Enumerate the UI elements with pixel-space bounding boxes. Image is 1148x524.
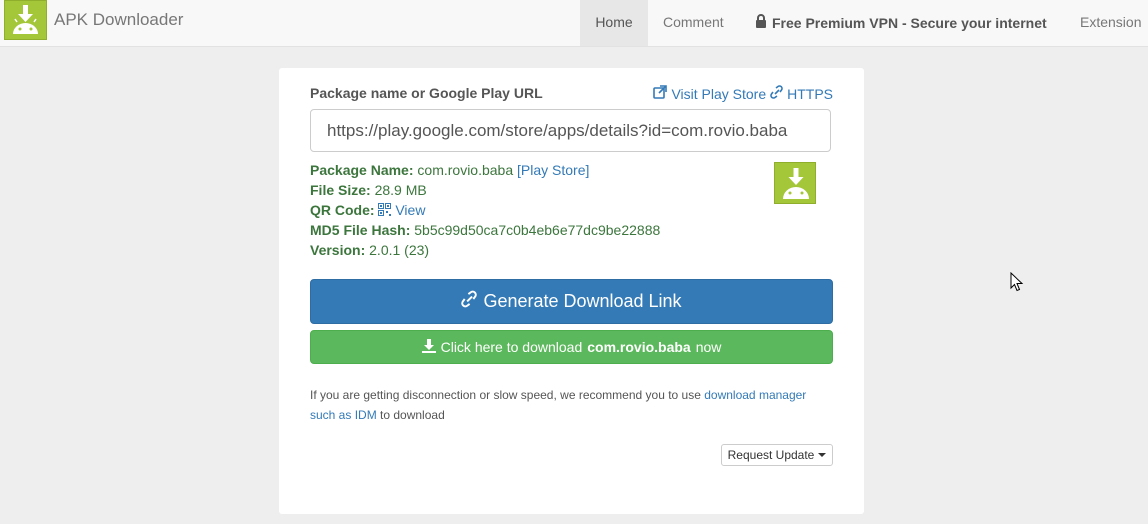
store-links: Visit Play Store HTTPS [653, 85, 833, 102]
note-text-after: to download [380, 408, 445, 422]
brand-title: APK Downloader [54, 10, 184, 29]
version-value: 2.0.1 (23) [369, 242, 430, 258]
version-row: Version: 2.0.1 (23) [310, 240, 770, 260]
package-info: Package Name: com.rovio.baba [Play Store… [310, 160, 770, 260]
link-icon [770, 85, 783, 102]
nav-extension[interactable]: Extension [1080, 0, 1141, 46]
nav-comment[interactable]: Comment [663, 0, 724, 46]
download-label-prefix: Click here to download [440, 339, 583, 355]
package-name-value: com.rovio.baba [417, 162, 514, 178]
note-text-before: If you are getting disconnection or slow… [310, 388, 701, 402]
file-size-value: 28.9 MB [374, 182, 427, 198]
md5-value: 5b5c99d50ca7c0b4eb6e77dc9be22888 [414, 222, 661, 238]
package-name-row: Package Name: com.rovio.baba [Play Store… [310, 160, 770, 180]
lock-icon [755, 1, 767, 45]
brand[interactable]: APK Downloader [4, 0, 183, 40]
generate-button-label: Generate Download Link [483, 291, 682, 311]
download-now-button[interactable]: Click here to download com.rovio.baba no… [310, 330, 833, 364]
download-label-package: com.rovio.baba [587, 339, 691, 355]
qr-code-label: QR Code: [310, 202, 375, 218]
mouse-cursor-icon [1010, 271, 1024, 297]
android-download-logo [4, 0, 47, 40]
download-panel: Package name or Google Play URL Visit Pl… [279, 68, 864, 514]
nav-vpn-label: Free Premium VPN - Secure your internet [772, 15, 1047, 31]
speed-note: If you are getting disconnection or slow… [310, 385, 833, 425]
navbar: APK Downloader Home Comment Free Premium… [0, 0, 1148, 47]
nav-vpn[interactable]: Free Premium VPN - Secure your internet [755, 0, 1047, 46]
version-label: Version: [310, 242, 366, 258]
chevron-down-icon [818, 453, 827, 457]
url-label: Package name or Google Play URL [310, 85, 543, 101]
file-size-label: File Size: [310, 182, 371, 198]
request-update-label: Request Update [727, 448, 815, 462]
url-label-row: Package name or Google Play URL Visit Pl… [310, 85, 833, 105]
nav-home[interactable]: Home [580, 0, 648, 46]
play-store-link[interactable]: [Play Store] [517, 162, 589, 178]
download-label-suffix: now [695, 339, 722, 355]
md5-label: MD5 File Hash: [310, 222, 411, 238]
visit-play-store-link[interactable]: Visit Play Store [671, 86, 766, 102]
md5-row: MD5 File Hash: 5b5c99d50ca7c0b4eb6e77dc9… [310, 220, 770, 240]
generate-download-link-button[interactable]: Generate Download Link [310, 279, 833, 324]
file-size-row: File Size: 28.9 MB [310, 180, 770, 200]
external-link-icon [653, 85, 668, 102]
https-link[interactable]: HTTPS [787, 86, 833, 102]
qr-code-view-link[interactable]: View [395, 202, 425, 218]
package-name-label: Package Name: [310, 162, 414, 178]
qrcode-icon [378, 202, 395, 218]
download-icon [421, 338, 436, 356]
url-input[interactable] [310, 109, 831, 152]
link-icon [461, 290, 478, 313]
app-icon [774, 162, 816, 204]
qr-code-row: QR Code: View [310, 200, 770, 220]
request-update-button[interactable]: Request Update [721, 444, 833, 466]
